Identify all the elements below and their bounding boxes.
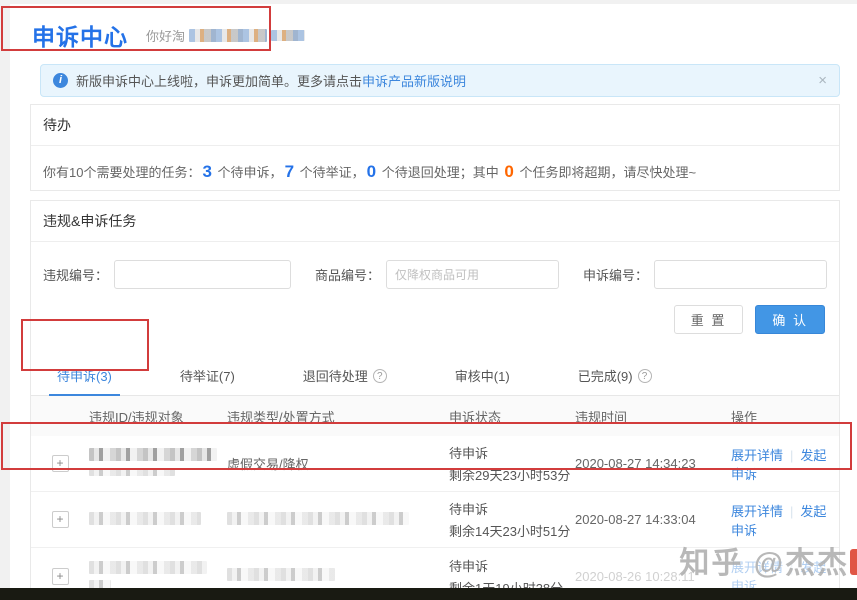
expand-detail-link[interactable]: 展开详情 [731, 504, 783, 519]
confirm-button[interactable]: 确 认 [755, 305, 825, 334]
appeal-center-page: 申诉中心 你好淘 i 新版申诉中心上线啦，申诉更加简单。更多请点击申诉产品新版说… [10, 4, 857, 588]
violation-id-input[interactable] [114, 260, 291, 289]
tab-returned[interactable]: 退回待处理? [295, 354, 395, 395]
todo-seg1: 你有10个需要处理的任务： [43, 165, 200, 180]
tab-pending-evidence[interactable]: 待举证(7) [172, 354, 243, 395]
expand-detail-link[interactable]: 展开详情 [731, 448, 783, 463]
censored-shop-name-2 [271, 30, 305, 41]
appeal-id-input[interactable] [654, 260, 827, 289]
bottom-black-bar [0, 588, 857, 600]
filter-buttons: 重 置 确 认 [31, 289, 839, 348]
row-actions: 展开详情|发起申诉 [731, 445, 839, 483]
reset-button[interactable]: 重 置 [674, 305, 744, 334]
censored-violation-type [227, 512, 449, 528]
col-violation-time: 违规时间 [575, 407, 731, 426]
table-row: + 虚假交易/降权 待申诉 剩余29天23小时53分 2020-08-27 14… [31, 436, 839, 492]
tab-in-review[interactable]: 审核中(1) [447, 354, 518, 395]
censored-shop-name [189, 29, 267, 42]
violation-time: 2020-08-27 14:34:23 [575, 456, 731, 471]
zhihu-watermark: 知乎 @杰杰 [679, 538, 849, 582]
count-pending-appeal: 3 [200, 162, 213, 181]
greeting: 你好淘 [146, 26, 305, 45]
item-id-input[interactable] [386, 260, 559, 289]
expand-row-button[interactable]: + [52, 568, 69, 585]
todo-seg4: 个待退回处理；其中 [378, 165, 502, 180]
todo-summary: 你有10个需要处理的任务：3 个待申诉，7 个待举证，0 个待退回处理；其中 0… [31, 146, 839, 198]
todo-seg5: 个任务即将超期，请尽快处理~ [516, 165, 696, 180]
item-id-label: 商品编号： [315, 265, 380, 284]
tab-completed[interactable]: 已完成(9)? [570, 354, 660, 395]
todo-card: 待办 你有10个需要处理的任务：3 个待申诉，7 个待举证，0 个待退回处理；其… [30, 104, 840, 191]
expand-row-button[interactable]: + [52, 511, 69, 528]
censored-violation-type [227, 568, 449, 584]
appeal-status: 待申诉 剩余14天23小时51分 [449, 499, 575, 540]
filter-form: 违规编号： 商品编号： 申诉编号： [31, 242, 839, 289]
table-header-row: 违规ID/违规对象 违规类型/处置方式 申诉状态 违规时间 操作 [31, 396, 839, 436]
violation-id-label: 违规编号： [43, 265, 108, 284]
help-icon[interactable]: ? [373, 369, 387, 383]
censored-violation-id [89, 448, 227, 479]
notice-link[interactable]: 申诉产品新版说明 [362, 71, 466, 90]
violation-appeal-card: 违规&申诉任务 违规编号： 商品编号： 申诉编号： 重 置 确 认 待申诉(3)… [30, 200, 840, 588]
count-pending-evidence: 7 [283, 162, 296, 181]
notice-text: 新版申诉中心上线啦，申诉更加简单。更多请点击 [76, 71, 362, 90]
notice-close-icon[interactable]: × [818, 72, 827, 89]
censored-violation-id [89, 512, 227, 528]
col-appeal-status: 申诉状态 [449, 407, 575, 426]
page-header: 申诉中心 你好淘 [10, 4, 857, 62]
page-title: 申诉中心 [32, 18, 128, 52]
violation-type: 虚假交易/降权 [227, 454, 449, 473]
todo-seg2: 个待申诉， [214, 165, 283, 180]
filter-section-title: 违规&申诉任务 [31, 201, 839, 242]
row-actions: 展开详情|发起申诉 [731, 501, 839, 539]
info-icon: i [53, 73, 68, 88]
appeal-id-label: 申诉编号： [583, 265, 648, 284]
greeting-prefix: 你好淘 [146, 26, 185, 45]
status-tabs: 待申诉(3) 待举证(7) 退回待处理? 审核中(1) 已完成(9)? [31, 354, 839, 396]
col-violation-type: 违规类型/处置方式 [227, 407, 449, 426]
new-version-notice: i 新版申诉中心上线啦，申诉更加简单。更多请点击申诉产品新版说明 × [40, 64, 840, 97]
col-violation-id: 违规ID/违规对象 [89, 407, 227, 426]
tab-pending-appeal[interactable]: 待申诉(3) [49, 354, 120, 395]
count-overdue: 0 [502, 162, 515, 181]
watermark-red-fragment [850, 549, 857, 575]
col-actions: 操作 [731, 407, 839, 426]
censored-violation-id [89, 561, 227, 592]
appeal-status: 待申诉 剩余29天23小时53分 [449, 443, 575, 484]
count-pending-return: 0 [365, 162, 378, 181]
violation-time: 2020-08-27 14:33:04 [575, 512, 731, 527]
help-icon[interactable]: ? [638, 369, 652, 383]
expand-row-button[interactable]: + [52, 455, 69, 472]
todo-title: 待办 [31, 105, 839, 146]
todo-seg3: 个待举证， [296, 165, 365, 180]
